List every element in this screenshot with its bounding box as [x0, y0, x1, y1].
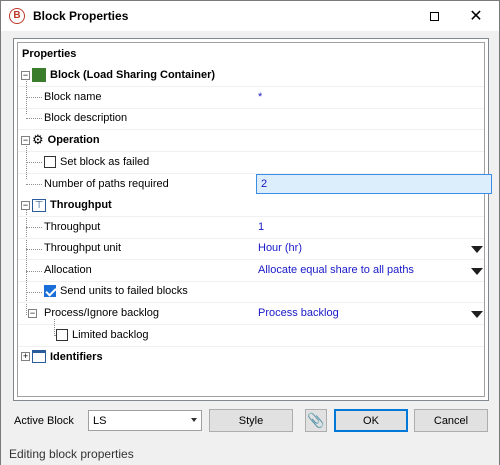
maximize-button[interactable] [411, 1, 457, 31]
dropdown-arrow-icon[interactable] [471, 246, 483, 253]
block-properties-window: B Block Properties ✕ Properties − Block … [0, 0, 500, 465]
row-label: Limited backlog [72, 329, 149, 342]
row-allocation[interactable]: Allocation Allocate equal share to all p… [18, 260, 484, 282]
category-identifiers[interactable]: + Identifiers [18, 346, 484, 368]
dropdown-arrow-icon[interactable] [471, 268, 483, 275]
grid-header: Properties [22, 48, 77, 60]
row-send-units[interactable]: Send units to failed blocks [18, 281, 484, 303]
throughput-unit-value[interactable]: Hour (hr) [254, 238, 484, 259]
app-logo-icon: B [9, 8, 25, 24]
row-label: Number of paths required [44, 177, 169, 190]
collapse-icon[interactable]: − [21, 136, 30, 145]
active-block-select[interactable]: LS [88, 410, 202, 431]
cancel-button[interactable]: Cancel [414, 409, 488, 432]
category-block[interactable]: − Block (Load Sharing Container) [18, 65, 484, 87]
ok-button[interactable]: OK [334, 409, 408, 432]
paths-required-input[interactable]: 2 [256, 174, 492, 194]
row-paths-required[interactable]: Number of paths required 2 [18, 173, 492, 195]
row-label: Block description [44, 112, 128, 125]
category-operation[interactable]: − ⚙ Operation [18, 130, 484, 152]
process-backlog-value[interactable]: Process backlog [254, 303, 484, 324]
row-label: Send units to failed blocks [60, 285, 188, 298]
window-title: Block Properties [33, 9, 129, 23]
calendar-list-icon [32, 350, 46, 364]
category-label: Identifiers [50, 350, 103, 363]
row-label: Throughput unit [44, 242, 122, 255]
row-set-failed[interactable]: Set block as failed [18, 152, 484, 174]
property-grid: Properties − Block (Load Sharing Contain… [13, 38, 492, 401]
row-block-name[interactable]: Block name * [18, 87, 484, 109]
property-grid-inner: Properties − Block (Load Sharing Contain… [17, 42, 492, 397]
category-label: Block (Load Sharing Container) [50, 69, 216, 82]
attachment-button[interactable]: 📎 [305, 409, 327, 432]
limited-backlog-checkbox[interactable] [56, 329, 68, 342]
collapse-icon[interactable]: − [28, 309, 37, 318]
title-bar: B Block Properties ✕ [1, 1, 499, 31]
category-throughput[interactable]: − ⊤ Throughput [18, 195, 484, 217]
row-throughput-unit[interactable]: Throughput unit Hour (hr) [18, 238, 484, 260]
gears-icon: ⚙ [32, 132, 44, 148]
style-button[interactable]: Style [209, 409, 293, 432]
category-label: Throughput [50, 199, 112, 212]
allocation-value[interactable]: Allocate equal share to all paths [254, 260, 484, 281]
set-failed-checkbox[interactable] [44, 156, 56, 169]
close-icon: ✕ [469, 8, 483, 25]
paperclip-icon: 📎 [307, 412, 325, 428]
close-button[interactable]: ✕ [453, 1, 499, 31]
row-label: Set block as failed [60, 156, 150, 169]
block-description-value[interactable] [254, 108, 484, 129]
status-bar: Editing block properties [1, 441, 499, 465]
category-label: Operation [47, 134, 100, 147]
row-throughput[interactable]: Throughput 1 [18, 217, 484, 239]
row-label: Allocation [44, 264, 92, 277]
row-limited-backlog[interactable]: Limited backlog [18, 325, 484, 347]
throughput-icon: ⊤ [32, 198, 46, 212]
row-label: Throughput [44, 221, 101, 234]
row-label: Block name [44, 91, 102, 104]
block-name-value[interactable]: * [254, 87, 484, 108]
collapse-icon[interactable]: − [21, 71, 30, 80]
block-color-icon [32, 68, 46, 83]
collapse-icon[interactable]: − [21, 201, 30, 210]
row-process-backlog[interactable]: − Process/Ignore backlog Process backlog [18, 303, 484, 325]
chevron-down-icon [191, 418, 197, 422]
row-label: Process/Ignore backlog [44, 307, 159, 320]
throughput-value[interactable]: 1 [254, 217, 484, 238]
expand-icon[interactable]: + [21, 352, 30, 361]
maximize-icon [429, 11, 439, 21]
active-block-label: Active Block [14, 415, 74, 427]
dropdown-arrow-icon[interactable] [471, 311, 483, 318]
send-units-checkbox[interactable] [44, 285, 56, 298]
row-block-description[interactable]: Block description [18, 108, 484, 130]
active-block-value: LS [93, 414, 107, 427]
